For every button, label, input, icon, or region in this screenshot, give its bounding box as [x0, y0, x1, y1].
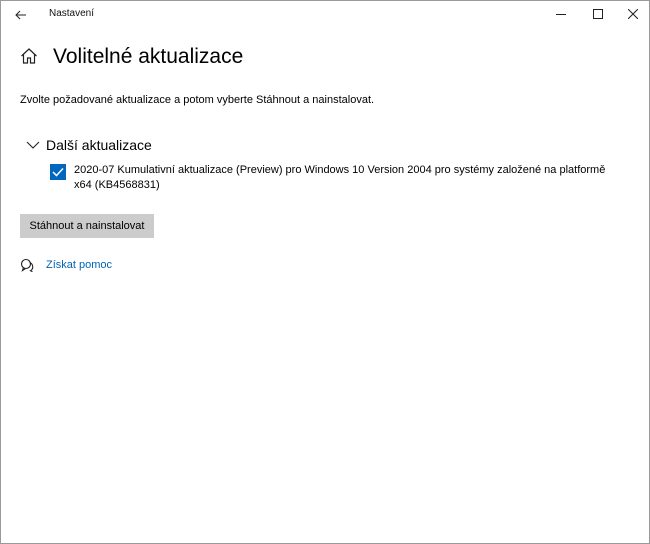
- chat-help-icon: [20, 258, 34, 272]
- chevron-down-icon: [26, 141, 40, 149]
- home-icon[interactable]: [20, 47, 38, 65]
- settings-window: Nastavení Volitelné aktualizace Zvolte p…: [0, 0, 650, 544]
- page-title: Volitelné aktualizace: [53, 45, 244, 68]
- maximize-button[interactable]: [578, 1, 618, 27]
- close-icon: [628, 9, 638, 19]
- update-item[interactable]: 2020-07 Kumulativní aktualizace (Preview…: [50, 163, 614, 193]
- minimize-icon: [556, 14, 566, 15]
- section-label: Další aktualizace: [46, 137, 152, 153]
- help-row[interactable]: Získat pomoc: [20, 258, 112, 272]
- close-button[interactable]: [613, 1, 650, 27]
- help-link[interactable]: Získat pomoc: [46, 259, 112, 271]
- download-install-button[interactable]: Stáhnout a nainstalovat: [20, 214, 154, 238]
- back-arrow-icon: [15, 10, 26, 20]
- section-header-dalsi-aktualizace[interactable]: Další aktualizace: [26, 136, 152, 154]
- update-label: 2020-07 Kumulativní aktualizace (Preview…: [74, 164, 606, 191]
- page-description: Zvolte požadované aktualizace a potom vy…: [20, 94, 375, 106]
- window-title: Nastavení: [49, 8, 95, 19]
- back-button[interactable]: [7, 3, 35, 27]
- title-bar: Nastavení: [1, 1, 649, 29]
- update-checkbox[interactable]: [50, 164, 66, 180]
- minimize-button[interactable]: [541, 1, 581, 27]
- checkmark-icon: [52, 167, 64, 177]
- maximize-icon: [593, 9, 603, 19]
